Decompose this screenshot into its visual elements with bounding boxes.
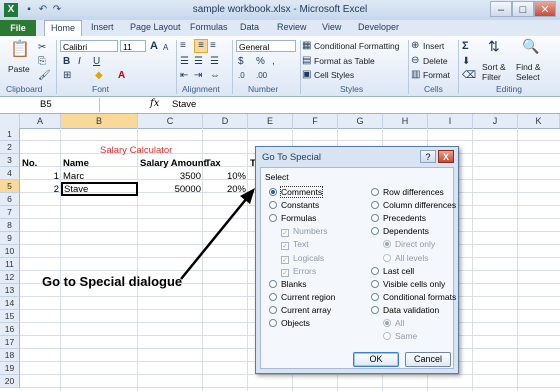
option-formulas[interactable]: Formulas xyxy=(269,213,316,224)
option-last-cell[interactable]: Last cell xyxy=(371,266,414,277)
option-row-differences[interactable]: Row differences xyxy=(371,187,444,198)
option-current-array[interactable]: Current array xyxy=(269,305,331,316)
dialog-title: Go To Special xyxy=(262,152,321,163)
option-conditional-formats[interactable]: Conditional formats xyxy=(371,292,456,303)
option-label: All xyxy=(395,318,405,328)
go-to-special-dialog: Go To Special ? X Select Comments Constan… xyxy=(255,146,459,374)
option-label: Text xyxy=(293,239,309,250)
option-errors: ✓ Errors xyxy=(281,266,316,277)
option-label: Blanks xyxy=(281,278,307,289)
radio-button xyxy=(383,332,391,341)
option-label: Current array xyxy=(281,304,332,315)
option-objects[interactable]: Objects xyxy=(269,318,310,329)
option-dependents[interactable]: Dependents xyxy=(371,226,429,237)
radio-button[interactable] xyxy=(269,305,277,314)
radio-button[interactable] xyxy=(371,279,379,288)
option-data-validation[interactable]: Data validation xyxy=(371,305,439,316)
radio-button[interactable] xyxy=(269,279,277,288)
option-label: Conditional formats xyxy=(383,291,457,302)
option-label: Dependents xyxy=(383,226,429,237)
radio-button[interactable] xyxy=(371,292,379,301)
radio-button xyxy=(383,240,391,249)
option-all-levels: All levels xyxy=(383,253,429,264)
radio-button[interactable] xyxy=(269,201,277,210)
option-label: Data validation xyxy=(383,304,440,315)
radio-button[interactable] xyxy=(371,201,379,210)
help-button[interactable]: ? xyxy=(420,150,436,163)
option-label: Formulas xyxy=(281,213,317,224)
option-label: Direct only xyxy=(395,239,436,250)
option-label: Column differences xyxy=(383,200,457,211)
option-all: All xyxy=(383,318,404,329)
checkbox: ✓ xyxy=(281,242,289,251)
option-direct-only: Direct only xyxy=(383,239,435,250)
dialog-close-button[interactable]: X xyxy=(438,150,454,163)
checkbox: ✓ xyxy=(281,255,289,264)
option-label: Row differences xyxy=(383,187,444,197)
option-label: All levels xyxy=(395,252,429,263)
option-label: Logicals xyxy=(293,252,325,263)
checkbox: ✓ xyxy=(281,268,289,277)
option-label: Numbers xyxy=(293,226,328,237)
option-label: Last cell xyxy=(383,265,415,276)
radio-button[interactable] xyxy=(269,319,277,327)
radio-button[interactable] xyxy=(269,214,277,223)
option-label: Visible cells only xyxy=(383,278,446,289)
option-same: Same xyxy=(383,331,417,342)
option-text: ✓ Text xyxy=(281,239,309,251)
radio-button[interactable] xyxy=(269,188,277,196)
radio-button[interactable] xyxy=(371,305,379,314)
radio-button xyxy=(383,319,391,327)
option-numbers: ✓ Numbers xyxy=(281,226,328,238)
option-label: Precedents xyxy=(383,213,426,224)
option-visible-cells-only[interactable]: Visible cells only xyxy=(371,279,445,290)
dialog-body: Select Comments Constants Formulas ✓ Numbers… xyxy=(260,167,456,369)
option-label: Comments xyxy=(279,186,324,198)
radio-button[interactable] xyxy=(371,266,379,275)
option-label: Objects xyxy=(281,318,310,328)
option-precedents[interactable]: Precedents xyxy=(371,213,426,224)
option-comments[interactable]: Comments xyxy=(269,186,324,198)
option-label: Errors xyxy=(293,265,317,276)
option-label: Constants xyxy=(281,200,320,211)
option-column-differences[interactable]: Column differences xyxy=(371,200,456,211)
option-current-region[interactable]: Current region xyxy=(269,292,335,303)
checkbox: ✓ xyxy=(281,229,289,238)
radio-button[interactable] xyxy=(371,188,379,196)
cancel-button[interactable]: Cancel xyxy=(405,352,451,367)
radio-button[interactable] xyxy=(371,214,379,223)
option-label: Current region xyxy=(281,291,336,302)
ok-button[interactable]: OK xyxy=(353,352,399,367)
option-label: Same xyxy=(395,331,418,342)
select-section-label: Select xyxy=(265,172,289,182)
radio-button[interactable] xyxy=(371,227,379,236)
radio-button[interactable] xyxy=(269,292,277,301)
option-constants[interactable]: Constants xyxy=(269,200,319,211)
radio-button xyxy=(383,253,391,262)
option-blanks[interactable]: Blanks xyxy=(269,279,307,290)
option-logicals: ✓ Logicals xyxy=(281,253,324,264)
